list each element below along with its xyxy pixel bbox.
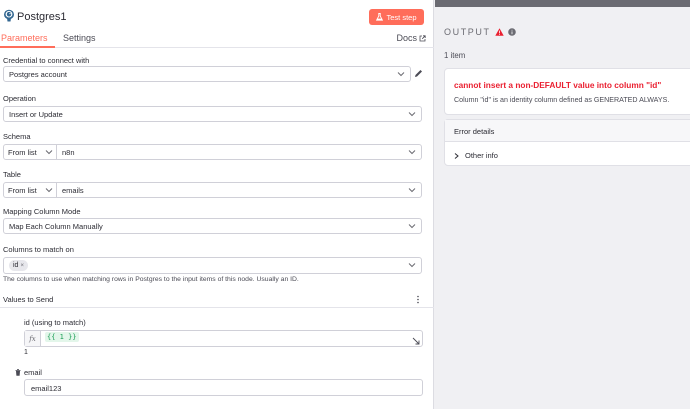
caret-right-icon — [454, 152, 459, 159]
mapping-mode-label: Mapping Column Mode — [3, 207, 81, 216]
schema-select[interactable]: From list n8n — [3, 144, 422, 160]
chevron-down-icon — [408, 188, 416, 193]
expand-icon[interactable] — [412, 337, 420, 345]
values-divider — [0, 307, 434, 308]
values-to-send-title: Values to Send — [3, 295, 54, 304]
email-input[interactable]: email123 — [24, 379, 423, 396]
match-columns-select[interactable]: id × — [3, 257, 422, 274]
id-expression-value: {{ 1 }} — [45, 332, 79, 342]
table-mode-select[interactable]: From list — [4, 183, 57, 197]
match-columns-label: Columns to match on — [3, 245, 74, 254]
email-field-label: email — [24, 368, 42, 377]
tab-parameters[interactable]: Parameters — [1, 33, 48, 43]
credential-select[interactable]: Postgres account — [3, 66, 411, 82]
match-column-tag[interactable]: id × — [9, 260, 28, 271]
output-header: OUTPUT — [444, 27, 516, 37]
docs-label: Docs — [396, 33, 417, 43]
id-expression-input[interactable]: fx {{ 1 }} — [24, 330, 423, 347]
schema-mode-select[interactable]: From list — [4, 145, 57, 159]
error-description: Column "id" is an identity column define… — [454, 96, 670, 104]
output-title: OUTPUT — [444, 27, 491, 37]
chevron-down-icon — [408, 150, 416, 155]
id-field-label: id (using to match) — [24, 318, 86, 327]
node-parameters-panel: Postgres1 Test step Parameters Settings … — [0, 0, 434, 409]
error-message-card: cannot insert a non-DEFAULT value into c… — [444, 68, 690, 115]
panel-tabs: Parameters Settings Docs — [0, 31, 434, 48]
operation-label: Operation — [3, 94, 36, 103]
panel-header: Postgres1 Test step — [0, 6, 434, 30]
error-details-title: Error details — [454, 127, 495, 136]
mapping-mode-select[interactable]: Map Each Column Manually — [3, 218, 422, 234]
match-columns-hint: The columns to use when matching rows in… — [3, 276, 299, 283]
chevron-down-icon — [45, 150, 53, 155]
chevron-down-icon — [408, 224, 416, 229]
chevron-down-icon — [45, 188, 53, 193]
tab-settings[interactable]: Settings — [63, 33, 96, 43]
close-icon[interactable]: × — [20, 263, 24, 269]
trash-icon[interactable] — [15, 369, 21, 376]
error-details-card: Error details Other info — [444, 119, 690, 166]
chevron-down-icon — [397, 72, 405, 77]
active-tab-indicator — [0, 46, 55, 48]
table-label: Table — [3, 170, 21, 179]
pencil-icon[interactable] — [414, 69, 423, 78]
other-info-label: Other info — [465, 151, 498, 160]
error-details-header: Error details — [445, 120, 690, 142]
other-info-toggle[interactable]: Other info — [454, 151, 498, 160]
table-mode-value: From list — [8, 186, 37, 195]
fx-icon: fx — [25, 331, 41, 346]
flask-icon — [376, 13, 384, 21]
test-step-label: Test step — [386, 12, 417, 22]
credential-label: Credential to connect with — [3, 56, 90, 65]
credential-value: Postgres account — [9, 70, 67, 79]
id-expression-result: 1 — [24, 349, 28, 356]
output-panel: OUTPUT 1 item cannot insert a non-DEFAUL… — [435, 7, 690, 409]
schema-value: n8n — [62, 148, 75, 157]
external-link-icon — [419, 34, 426, 41]
mapping-mode-value: Map Each Column Manually — [9, 222, 103, 231]
postgres-icon — [4, 9, 14, 22]
table-value: emails — [62, 186, 84, 195]
error-title: cannot insert a non-DEFAULT value into c… — [454, 80, 662, 90]
schema-mode-value: From list — [8, 148, 37, 157]
docs-link[interactable]: Docs — [396, 33, 426, 43]
operation-value: Insert or Update — [9, 110, 63, 119]
kebab-menu-icon[interactable] — [416, 295, 420, 304]
top-edge — [435, 0, 690, 7]
schema-label: Schema — [3, 132, 31, 141]
info-icon[interactable] — [507, 28, 516, 36]
node-title[interactable]: Postgres1 — [17, 11, 67, 23]
table-select[interactable]: From list emails — [3, 182, 422, 198]
email-value: email123 — [31, 384, 62, 393]
output-item-count: 1 item — [444, 51, 466, 60]
warning-icon — [494, 28, 504, 36]
operation-select[interactable]: Insert or Update — [3, 106, 422, 122]
test-step-button[interactable]: Test step — [369, 9, 424, 25]
chevron-down-icon — [408, 112, 416, 117]
chevron-down-icon — [408, 263, 416, 268]
match-column-tag-label: id — [13, 262, 19, 269]
